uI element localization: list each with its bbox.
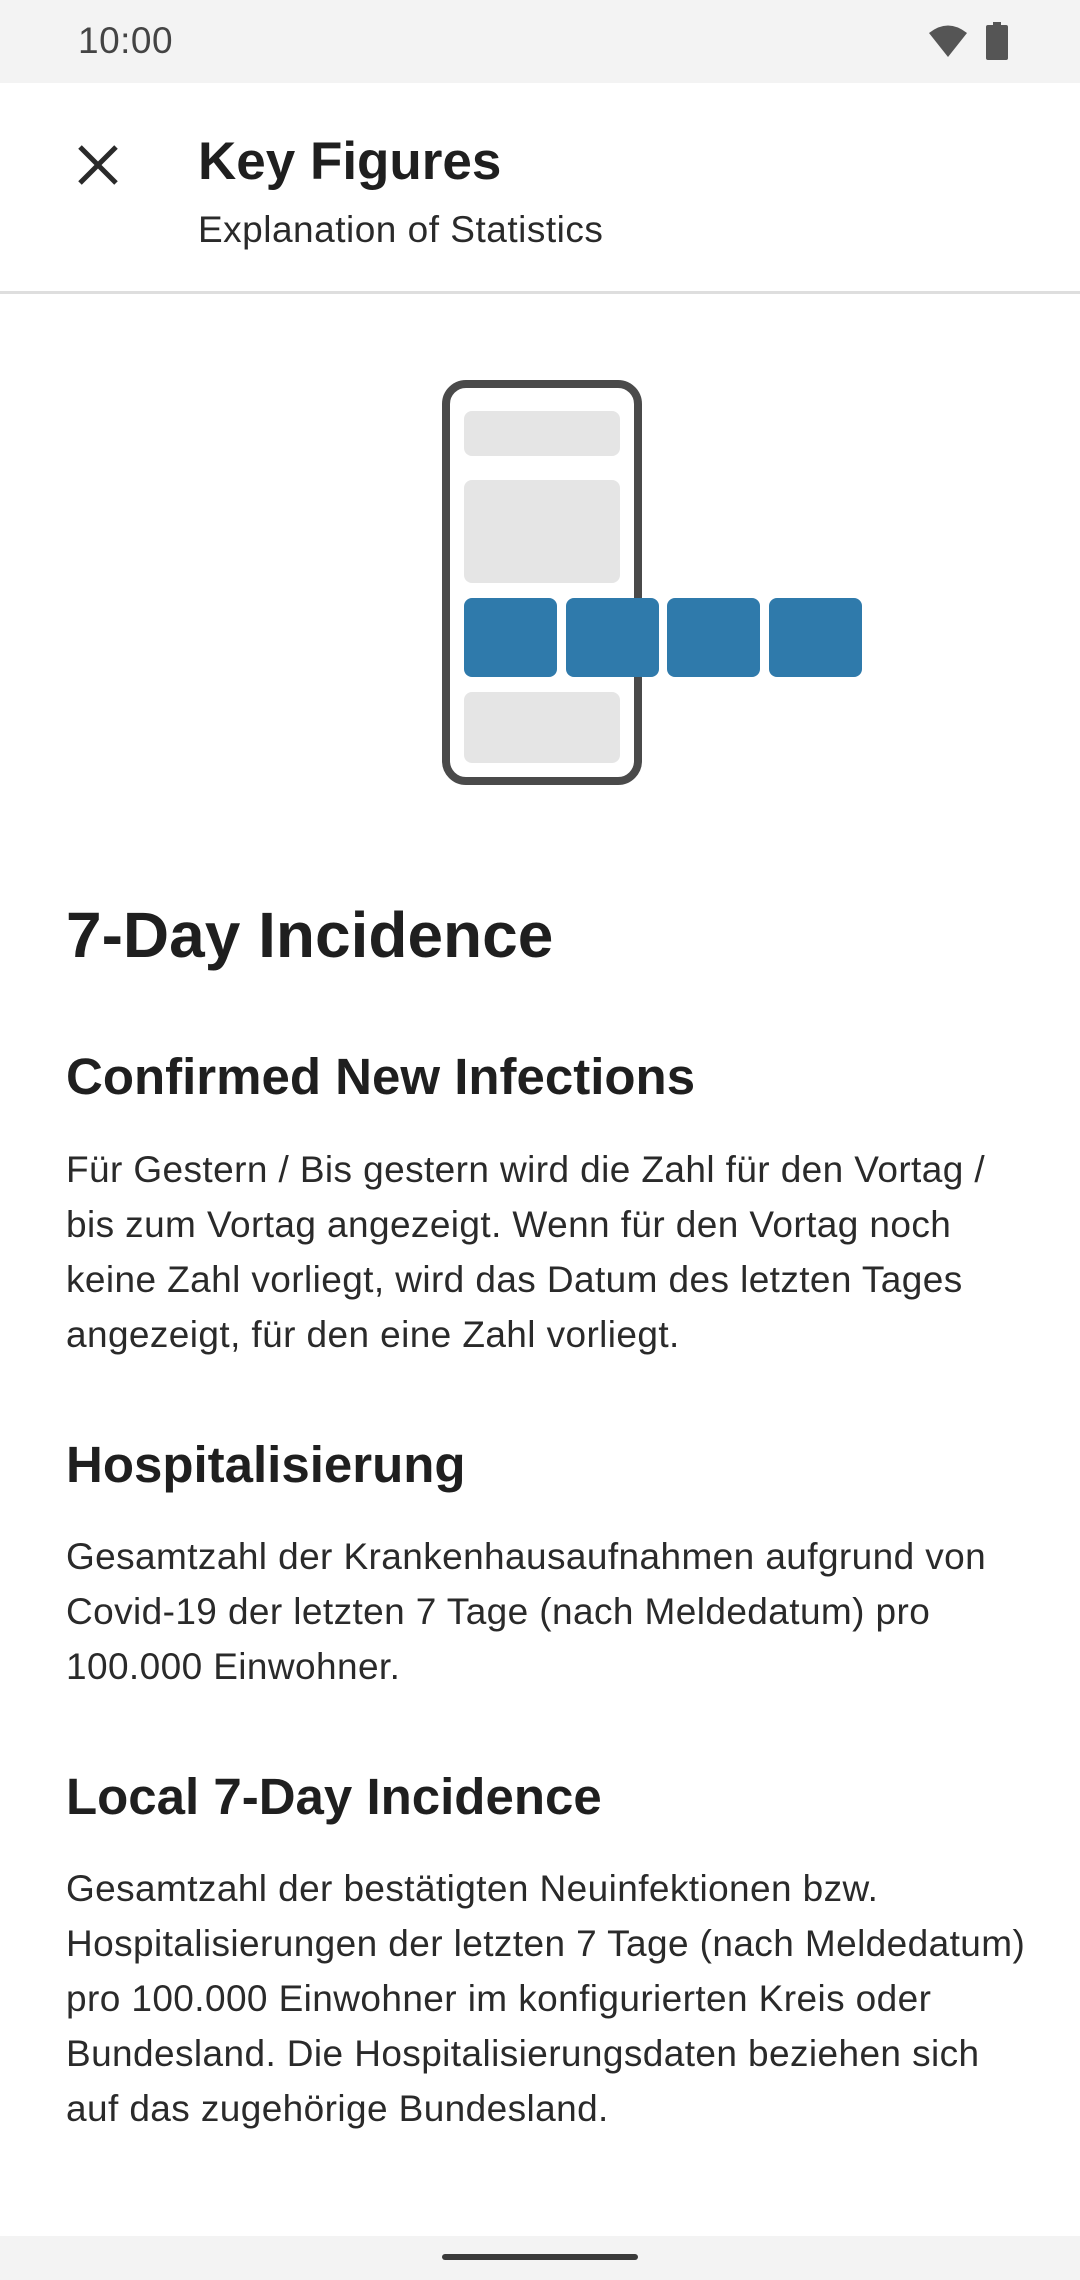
- battery-icon: [986, 22, 1008, 60]
- text-hospitalisierung: Gesamtzahl der Krankenhausaufnahmen aufg…: [66, 1535, 987, 1687]
- page-title: Key Figures: [198, 132, 502, 191]
- heading-hospitalisierung: Hospitalisierung: [66, 1435, 466, 1493]
- wifi-icon: [929, 25, 967, 57]
- section-title: 7-Day Incidence: [66, 899, 554, 971]
- key-figure-card: [769, 598, 862, 677]
- key-figure-card: [667, 598, 760, 677]
- placeholder-card: [464, 411, 620, 456]
- app-bar: Key Figures Explanation of Statistics: [0, 83, 1080, 294]
- placeholder-card: [464, 480, 620, 583]
- explanation-content: 7-Day Incidence Confirmed New Infections…: [66, 900, 1026, 2208]
- gesture-handle[interactable]: [442, 2254, 638, 2260]
- heading-confirmed-new-infections: Confirmed New Infections: [66, 1048, 696, 1106]
- text-local-7-day-incidence: Gesamtzahl der bestätigten Neuinfektione…: [66, 1867, 1026, 2129]
- status-icons: [928, 22, 1008, 60]
- close-icon: [78, 145, 118, 185]
- navigation-bar: [0, 2236, 1080, 2280]
- heading-local-7-day-incidence: Local 7-Day Incidence: [66, 1767, 602, 1825]
- text-confirmed-new-infections: Für Gestern / Bis gestern wird die Zahl …: [66, 1148, 986, 1355]
- status-bar: 10:00: [0, 0, 1080, 83]
- key-figure-card: [566, 598, 659, 677]
- page-subtitle: Explanation of Statistics: [198, 209, 604, 250]
- key-figure-card: [464, 598, 557, 677]
- close-button[interactable]: [58, 125, 138, 205]
- key-figures-illustration: [442, 380, 862, 785]
- status-time: 10:00: [78, 20, 174, 61]
- placeholder-card: [464, 692, 620, 763]
